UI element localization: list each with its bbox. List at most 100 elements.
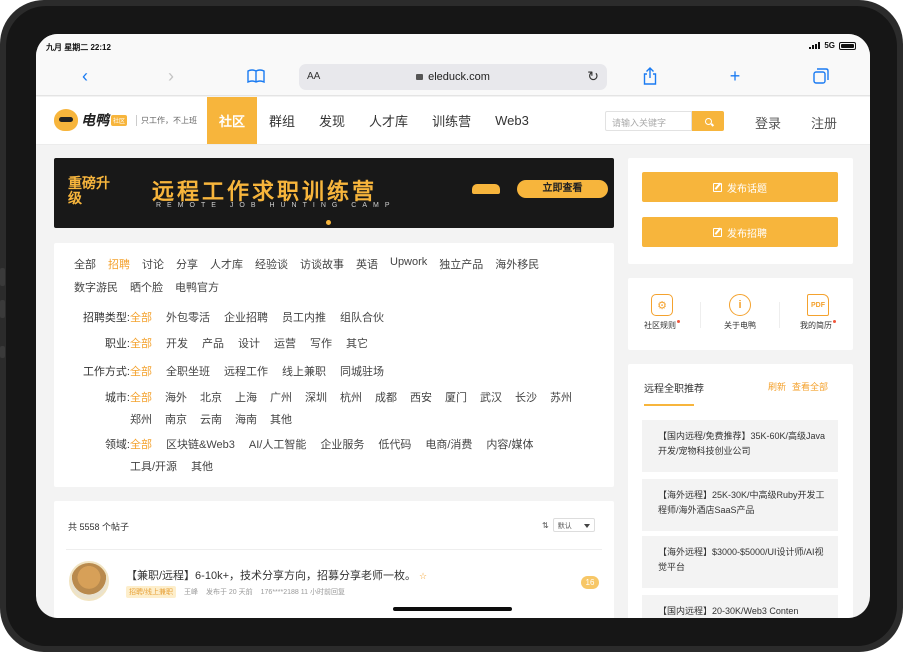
filter-option[interactable]: 写作: [310, 335, 332, 351]
filter-option[interactable]: 低代码: [378, 436, 411, 452]
filter-option[interactable]: 成都: [375, 389, 397, 405]
filter-option[interactable]: 其他: [270, 411, 292, 427]
new-tab-icon[interactable]: +: [724, 66, 746, 86]
search-input[interactable]: 请输入关键字: [605, 111, 692, 131]
sort-select[interactable]: 默认: [552, 518, 595, 532]
filter-option[interactable]: 全部: [130, 309, 152, 325]
about-link[interactable]: i 关于电鸭: [710, 294, 770, 331]
filter-option[interactable]: 长沙: [515, 389, 537, 405]
topic-item[interactable]: 人才库: [210, 256, 243, 272]
home-indicator[interactable]: [393, 607, 512, 611]
filter-option[interactable]: 组队合伙: [340, 309, 384, 325]
topic-item[interactable]: 独立产品: [439, 256, 483, 272]
topic-item[interactable]: 英语: [356, 256, 378, 272]
edit-icon: [713, 227, 722, 237]
filter-option[interactable]: 设计: [238, 335, 260, 351]
filter-option[interactable]: 深圳: [305, 389, 327, 405]
nav-groups[interactable]: 群组: [257, 97, 307, 144]
filter-option[interactable]: AI/人工智能: [249, 436, 306, 452]
topic-item[interactable]: 海外移民: [495, 256, 539, 272]
recommend-item[interactable]: 【国内远程】20-30K/Web3 Conten: [642, 595, 838, 618]
filter-option[interactable]: 电商/消费: [425, 436, 472, 452]
topic-item[interactable]: 数字游民: [74, 279, 118, 295]
filter-option[interactable]: 南京: [165, 411, 187, 427]
banner-cta-button[interactable]: 立即查看: [517, 180, 608, 198]
login-link[interactable]: 登录: [755, 113, 781, 132]
filter-option[interactable]: 区块链&Web3: [166, 436, 235, 452]
filter-option[interactable]: 员工内推: [282, 309, 326, 325]
filter-option[interactable]: 运营: [274, 335, 296, 351]
filter-option[interactable]: 全职坐班: [166, 363, 210, 379]
back-icon[interactable]: ‹: [74, 66, 96, 86]
nav-bootcamp[interactable]: 训练营: [420, 97, 483, 144]
resume-link[interactable]: PDF 我的简历: [788, 294, 848, 331]
filter-option[interactable]: 远程工作: [224, 363, 268, 379]
filter-option[interactable]: 北京: [200, 389, 222, 405]
filter-option[interactable]: 全部: [130, 436, 152, 452]
post-job-button[interactable]: 发布招聘: [642, 217, 838, 247]
filter-option[interactable]: 外包零活: [166, 309, 210, 325]
bookmarks-icon[interactable]: [245, 66, 267, 86]
filter-option[interactable]: 全部: [130, 389, 152, 405]
filter-option[interactable]: 厦门: [445, 389, 467, 405]
promo-banner[interactable]: 重磅升级 远程工作求职训练营 REMOTE JOB HUNTING CAMP 立…: [54, 158, 614, 228]
post-author[interactable]: 王峰: [184, 587, 198, 597]
tabs-icon[interactable]: [810, 66, 832, 86]
filter-option[interactable]: 同城驻场: [340, 363, 384, 379]
rules-link[interactable]: ⚙ 社区规则: [632, 294, 692, 331]
filter-option[interactable]: 产品: [202, 335, 224, 351]
filter-option[interactable]: 广州: [270, 389, 292, 405]
filter-option[interactable]: 武汉: [480, 389, 502, 405]
filter-option[interactable]: 云南: [200, 411, 222, 427]
filter-option[interactable]: 其它: [346, 335, 368, 351]
topic-item[interactable]: 分享: [176, 256, 198, 272]
topic-item[interactable]: 讨论: [142, 256, 164, 272]
topic-item[interactable]: 经验谈: [255, 256, 288, 272]
filter-option[interactable]: 全部: [130, 363, 152, 379]
refresh-link[interactable]: 刷新: [768, 380, 786, 393]
post-title[interactable]: 【兼职/远程】6-10k+，技术分享方向，招募分享老师一枚。 ☆: [126, 567, 427, 583]
topic-item[interactable]: 电鸭官方: [175, 279, 219, 295]
share-icon[interactable]: [639, 66, 661, 86]
filter-option[interactable]: 西安: [410, 389, 432, 405]
address-bar[interactable]: AA eleduck.com ↻: [299, 64, 607, 90]
filter-option[interactable]: 上海: [235, 389, 257, 405]
avatar[interactable]: [69, 561, 109, 601]
filter-option[interactable]: 内容/媒体: [486, 436, 533, 452]
post-topic-button[interactable]: 发布话题: [642, 172, 838, 202]
filter-option[interactable]: 郑州: [130, 411, 152, 427]
carousel-dot[interactable]: [326, 220, 331, 225]
filter-row-job: 职业: 全部 开发 产品 设计 运营 写作 其它: [68, 335, 570, 351]
topic-item[interactable]: 访谈故事: [300, 256, 344, 272]
filter-option[interactable]: 其他: [191, 458, 213, 474]
topic-item[interactable]: 晒个脸: [130, 279, 163, 295]
forward-icon[interactable]: ›: [160, 66, 182, 86]
site-logo[interactable]: 电鸭 社区: [54, 109, 128, 131]
filter-option[interactable]: 海外: [165, 389, 187, 405]
filter-option[interactable]: 工具/开源: [130, 458, 177, 474]
topic-item[interactable]: Upwork: [390, 256, 427, 272]
filter-option[interactable]: 苏州: [550, 389, 572, 405]
topic-item[interactable]: 全部: [74, 256, 96, 272]
view-all-link[interactable]: 查看全部: [792, 380, 828, 393]
nav-web3[interactable]: Web3: [483, 97, 541, 144]
topic-item-active[interactable]: 招聘: [108, 256, 130, 272]
nav-talent[interactable]: 人才库: [357, 97, 420, 144]
nav-discover[interactable]: 发现: [307, 97, 357, 144]
nav-community[interactable]: 社区: [207, 97, 258, 144]
search-button[interactable]: [692, 111, 724, 131]
post-tag[interactable]: 招聘/线上兼职: [126, 586, 176, 598]
filter-option[interactable]: 全部: [130, 335, 152, 351]
filter-option[interactable]: 企业服务: [320, 436, 364, 452]
recommend-item[interactable]: 【国内远程/免费推荐】35K-60K/高级Java开发/宠物科技创业公司: [642, 420, 838, 472]
filter-option[interactable]: 开发: [166, 335, 188, 351]
filter-option[interactable]: 线上兼职: [282, 363, 326, 379]
recommend-item[interactable]: 【海外远程】25K-30K/中高级Ruby开发工程师/海外酒店SaaS产品: [642, 479, 838, 531]
browser-toolbar: ‹ › AA eleduck.com ↻ +: [36, 56, 870, 96]
recommend-item[interactable]: 【海外远程】$3000-$5000/UI设计师/AI视觉平台: [642, 536, 838, 588]
reload-icon[interactable]: ↻: [587, 68, 599, 85]
filter-option[interactable]: 企业招聘: [224, 309, 268, 325]
filter-option[interactable]: 杭州: [340, 389, 362, 405]
filter-option[interactable]: 海南: [235, 411, 257, 427]
register-link[interactable]: 注册: [811, 113, 837, 132]
